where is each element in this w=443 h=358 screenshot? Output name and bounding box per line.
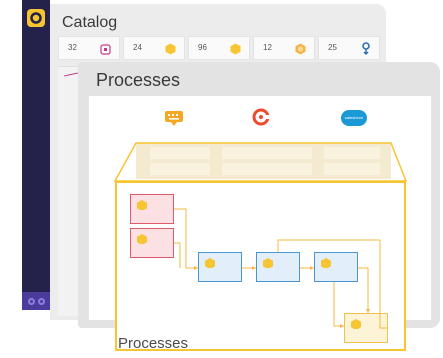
processes-caption: Processes bbox=[118, 335, 189, 352]
process-connectors bbox=[174, 208, 388, 329]
